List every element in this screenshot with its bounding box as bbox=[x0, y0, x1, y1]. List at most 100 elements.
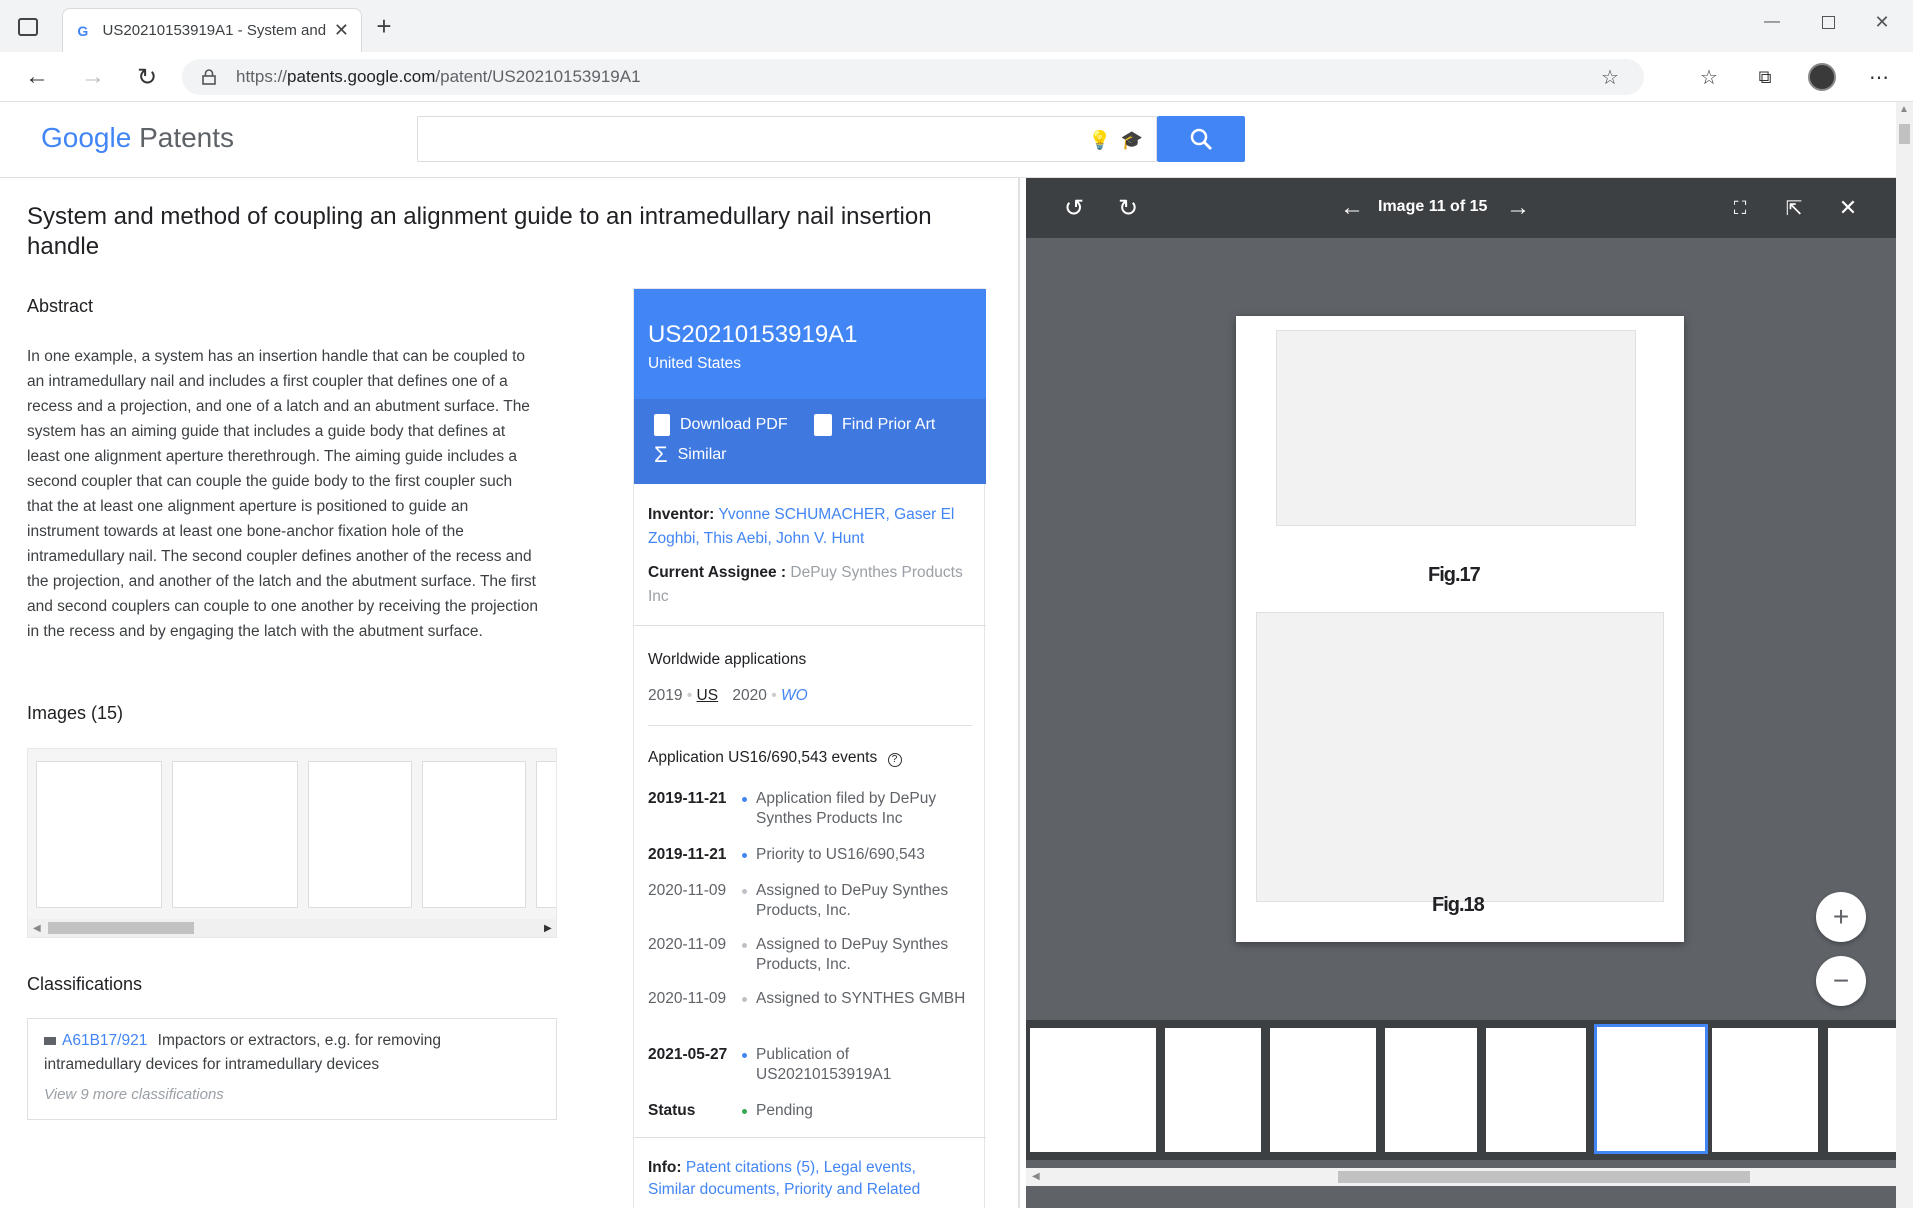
figure-label: Fig.18 bbox=[1432, 894, 1485, 916]
scroll-left-icon[interactable]: ◀ bbox=[33, 923, 41, 934]
similar-button[interactable]: Σ Similar bbox=[654, 444, 727, 466]
info-label: Info: bbox=[648, 1159, 682, 1176]
image-thumbnail[interactable] bbox=[172, 761, 298, 908]
info-links[interactable]: Patent citations (5), Legal events, bbox=[686, 1159, 916, 1176]
scholar-icon[interactable]: 🎓 bbox=[1120, 129, 1144, 151]
search-input[interactable]: 💡 🎓 bbox=[417, 116, 1157, 162]
back-arrow-icon[interactable]: ← bbox=[22, 62, 52, 92]
worldwide-applications: 2019 • US 2020 • WO bbox=[648, 687, 808, 704]
image-thumbnail[interactable] bbox=[422, 761, 526, 908]
browser-tab[interactable]: G US20210153919A1 - System and ✕ bbox=[62, 8, 362, 52]
event-dot bbox=[742, 797, 747, 802]
patent-country: United States bbox=[648, 355, 742, 372]
filmstrip-scrollbar[interactable]: ◀ bbox=[1026, 1168, 1896, 1186]
next-image-icon[interactable]: → bbox=[1504, 194, 1532, 222]
close-viewer-icon[interactable]: ✕ bbox=[1836, 195, 1860, 220]
google-patents-logo[interactable]: Google Patents bbox=[41, 122, 234, 154]
more-classifications-link[interactable]: View 9 more classifications bbox=[44, 1083, 540, 1107]
classification-code-link[interactable]: A61B17/921 bbox=[62, 1032, 147, 1049]
favorites-icon[interactable]: ☆ bbox=[1696, 64, 1722, 90]
filmstrip-thumbnail[interactable] bbox=[1486, 1028, 1586, 1152]
zoom-in-button[interactable]: + bbox=[1816, 892, 1866, 942]
event-dot bbox=[742, 1053, 747, 1058]
info-links-2[interactable]: Similar documents, Priority and Related bbox=[648, 1181, 920, 1198]
lightbulb-icon[interactable]: 💡 bbox=[1089, 129, 1111, 151]
filmstrip-scroll-thumb[interactable] bbox=[1338, 1171, 1750, 1183]
event-row: 2021-05-27 Publication of US20210153919A… bbox=[648, 1045, 978, 1085]
download-pdf-button[interactable]: Download PDF bbox=[654, 414, 788, 436]
event-date: 2019-11-21 bbox=[648, 846, 727, 863]
event-row: 2019-11-21 Application filed by DePuy Sy… bbox=[648, 789, 978, 829]
filmstrip-thumbnail[interactable] bbox=[1828, 1028, 1896, 1152]
image-thumbnail[interactable] bbox=[308, 761, 412, 908]
url-prefix: https:// bbox=[236, 67, 288, 86]
forward-arrow-icon[interactable]: → bbox=[78, 62, 108, 92]
event-date: 2020-11-09 bbox=[648, 882, 727, 899]
close-window-icon[interactable]: ✕ bbox=[1870, 10, 1894, 34]
new-tab-icon[interactable]: + bbox=[370, 11, 398, 41]
viewer-filmstrip[interactable] bbox=[1026, 1020, 1896, 1160]
url-path: /patent/US20210153919A1 bbox=[435, 67, 641, 86]
event-date: 2021-05-27 bbox=[648, 1046, 728, 1063]
rotate-right-icon[interactable]: ↻ bbox=[1114, 194, 1142, 222]
address-toolbar: ← → ↻ https://patents.google.com/patent/… bbox=[0, 52, 1913, 102]
collections-icon[interactable]: ⧉ bbox=[1752, 64, 1778, 90]
page-scroll-thumb[interactable] bbox=[1899, 124, 1910, 144]
filmstrip-thumbnail[interactable] bbox=[1712, 1028, 1818, 1152]
find-prior-art-button[interactable]: Find Prior Art bbox=[814, 414, 935, 436]
filmstrip-thumbnail-selected[interactable] bbox=[1594, 1024, 1708, 1154]
event-text: Publication of US20210153919A1 bbox=[756, 1046, 892, 1083]
carousel-scroll-thumb[interactable] bbox=[48, 922, 194, 934]
fullscreen-icon[interactable]: ⛶ bbox=[1728, 196, 1752, 220]
filmstrip-thumbnail[interactable] bbox=[1165, 1028, 1261, 1152]
url-host: patents.google.com bbox=[287, 67, 436, 86]
card-header: US20210153919A1 United States bbox=[634, 289, 986, 399]
event-date: 2020-11-09 bbox=[648, 990, 727, 1007]
url-bar[interactable]: https://patents.google.com/patent/US2021… bbox=[182, 59, 1644, 95]
open-new-window-icon[interactable]: ⇱ bbox=[1782, 196, 1806, 220]
filmstrip-thumbnail[interactable] bbox=[1385, 1028, 1477, 1152]
info-section: Info: Patent citations (5), Legal events… bbox=[648, 1157, 978, 1201]
scroll-up-icon[interactable]: ▲ bbox=[1899, 104, 1909, 115]
card-divider bbox=[634, 1137, 986, 1138]
patent-number: US20210153919A1 bbox=[648, 321, 858, 348]
scroll-right-icon[interactable]: ▶ bbox=[544, 923, 552, 934]
help-icon[interactable]: ? bbox=[887, 753, 902, 767]
google-favicon-icon: G bbox=[77, 22, 89, 39]
image-thumbnail[interactable] bbox=[536, 761, 556, 908]
images-carousel[interactable]: ◀ ▶ bbox=[27, 748, 557, 938]
maximize-icon[interactable] bbox=[1818, 12, 1838, 32]
ww-code-us[interactable]: US bbox=[697, 687, 719, 704]
image-thumbnail[interactable] bbox=[36, 761, 162, 908]
page-scrollbar[interactable]: ▲ bbox=[1896, 102, 1913, 1208]
rotate-left-icon[interactable]: ↺ bbox=[1060, 194, 1088, 222]
viewer-toolbar: ↺ ↻ ← Image 11 of 15 → ⛶ ⇱ ✕ bbox=[1026, 178, 1896, 238]
ww-year-2020: 2020 bbox=[732, 687, 767, 704]
event-text: Assigned to SYNTHES GMBH bbox=[756, 990, 966, 1007]
event-dot bbox=[742, 853, 747, 858]
inventor-section: Inventor: Yvonne SCHUMACHER, Gaser El Zo… bbox=[648, 503, 970, 551]
more-menu-icon[interactable]: ⋯ bbox=[1866, 64, 1892, 90]
carousel-scrollbar[interactable]: ◀ ▶ bbox=[28, 919, 556, 937]
patent-title: System and method of coupling an alignme… bbox=[27, 203, 932, 260]
reload-icon[interactable]: ↻ bbox=[132, 62, 162, 92]
search-button[interactable] bbox=[1157, 116, 1245, 162]
patent-drawing: Fig.17 Fig.18 bbox=[1236, 316, 1684, 942]
scroll-left-icon[interactable]: ◀ bbox=[1032, 1171, 1040, 1182]
close-tab-icon[interactable]: ✕ bbox=[334, 20, 349, 41]
filmstrip-thumbnail[interactable] bbox=[1270, 1028, 1376, 1152]
status-value: Pending bbox=[756, 1102, 813, 1119]
logo-google: Google bbox=[41, 122, 132, 153]
browser-tab-bar: G US20210153919A1 - System and ✕ + — ✕ bbox=[0, 0, 1913, 52]
filmstrip-thumbnail[interactable] bbox=[1030, 1028, 1156, 1152]
add-favorite-icon[interactable]: ☆ bbox=[1598, 65, 1622, 89]
zoom-out-button[interactable]: − bbox=[1816, 956, 1866, 1006]
event-text: Assigned to DePuy Synthes Products, Inc. bbox=[756, 882, 949, 919]
tab-actions-icon[interactable] bbox=[18, 18, 38, 36]
profile-avatar[interactable] bbox=[1808, 63, 1836, 91]
minimize-icon[interactable]: — bbox=[1760, 12, 1784, 32]
previous-image-icon[interactable]: ← bbox=[1338, 194, 1366, 222]
status-row: Status Pending bbox=[648, 1101, 978, 1121]
ww-code-wo[interactable]: WO bbox=[781, 687, 808, 704]
events-heading-text: Application US16/690,543 events bbox=[648, 749, 878, 766]
